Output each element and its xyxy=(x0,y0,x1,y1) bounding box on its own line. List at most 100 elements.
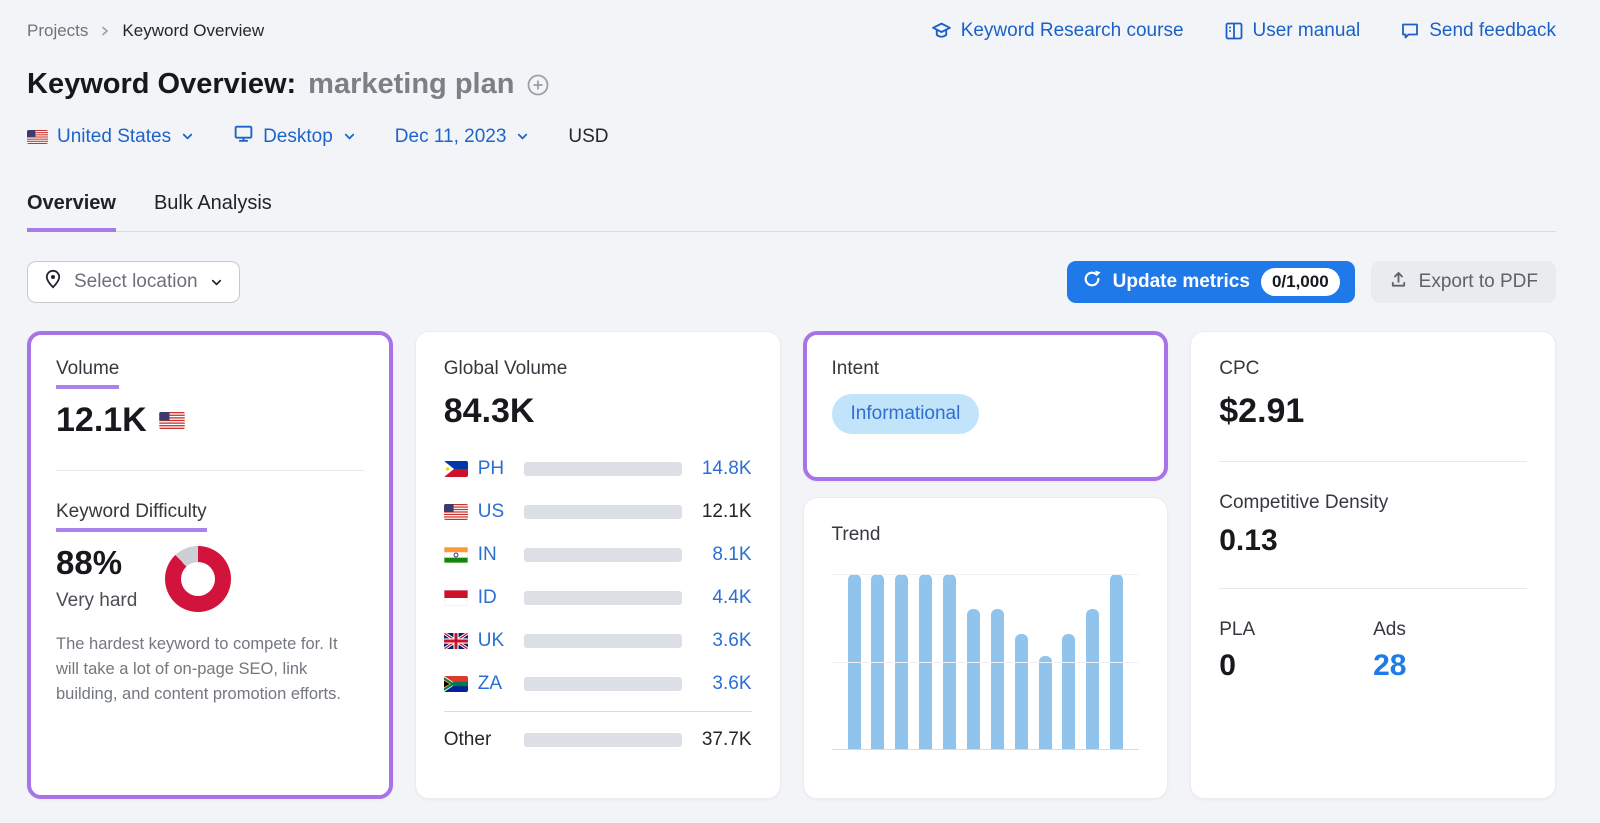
filters-row: United States Desktop Dec 11, 2023 USD xyxy=(27,123,1556,150)
export-to-pdf-label: Export to PDF xyxy=(1418,271,1538,292)
tab-overview[interactable]: Overview xyxy=(27,192,116,232)
chevron-down-icon xyxy=(211,279,221,285)
book-icon xyxy=(1224,21,1244,41)
tab-bulk-analysis[interactable]: Bulk Analysis xyxy=(154,192,272,232)
us-flag-icon xyxy=(158,412,185,429)
us-flag-icon xyxy=(27,129,48,144)
country-code-link[interactable]: ZA xyxy=(478,673,514,695)
global-volume-card: Global Volume 84.3K PH 14.8K US 12.1K IN… xyxy=(414,331,781,799)
trend-bar xyxy=(1014,633,1028,749)
trend-label: Trend xyxy=(831,524,881,545)
trend-chart xyxy=(831,574,1140,750)
country-volume-value[interactable]: 3.6K xyxy=(692,673,751,695)
update-metrics-button[interactable]: Update metrics 0/1,000 xyxy=(1066,261,1355,303)
refresh-icon xyxy=(1082,269,1102,295)
country-volume-value[interactable]: 3.6K xyxy=(692,630,751,652)
country-volume-track xyxy=(523,504,682,519)
send-feedback-link[interactable]: Send feedback xyxy=(1400,20,1556,42)
country-volume-value: 37.7K xyxy=(701,728,752,750)
intent-label: Intent xyxy=(831,358,880,379)
country-volume-value[interactable]: 4.4K xyxy=(692,587,751,609)
country-volume-row: IN 8.1K xyxy=(443,533,752,576)
keyword-research-course-link[interactable]: Keyword Research course xyxy=(931,20,1184,42)
volume-card: Volume 12.1K Keyword Difficulty 88% Very… xyxy=(27,331,393,799)
header-link-label: User manual xyxy=(1252,20,1361,41)
ph-flag-icon xyxy=(443,460,468,477)
country-volume-track xyxy=(523,732,682,747)
select-location-dropdown[interactable]: Select location xyxy=(27,261,240,303)
breadcrumb-projects-link[interactable]: Projects xyxy=(27,21,88,41)
chevron-down-icon xyxy=(182,133,193,140)
header-link-label: Send feedback xyxy=(1429,20,1556,41)
update-metrics-count-badge: 0/1,000 xyxy=(1260,268,1340,296)
country-code-link[interactable]: US xyxy=(478,501,514,523)
intent-card: Intent Informational xyxy=(802,331,1169,481)
feedback-bubble-icon xyxy=(1400,21,1420,41)
competitive-density-label: Competitive Density xyxy=(1219,492,1389,513)
keyword-difficulty-description: The hardest keyword to compete for. It w… xyxy=(56,635,341,703)
divider xyxy=(56,470,364,471)
breadcrumb-current: Keyword Overview xyxy=(122,21,265,40)
select-location-label: Select location xyxy=(74,271,198,292)
in-flag-icon xyxy=(443,546,468,563)
cpc-value: $2.91 xyxy=(1219,392,1305,430)
other-countries-label: Other xyxy=(443,728,492,750)
add-keyword-plus-icon[interactable] xyxy=(526,73,550,97)
country-code-link[interactable]: ID xyxy=(478,587,514,609)
country-volume-track xyxy=(523,590,682,605)
country-volume-row: US 12.1K xyxy=(443,490,752,533)
trend-bar xyxy=(847,574,861,749)
global-volume-label: Global Volume xyxy=(443,358,568,379)
header-links: Keyword Research course User manual Send… xyxy=(931,20,1556,42)
divider xyxy=(1219,588,1527,589)
country-volume-track xyxy=(523,547,682,562)
country-code-link[interactable]: UK xyxy=(478,630,514,652)
pla-value: 0 xyxy=(1219,649,1236,682)
trend-bar xyxy=(1038,656,1052,749)
global-volume-value: 84.3K xyxy=(443,392,535,430)
country-code-link[interactable]: PH xyxy=(478,458,514,480)
trend-bar xyxy=(966,609,980,749)
country-volume-value[interactable]: 8.1K xyxy=(692,544,751,566)
uk-flag-icon xyxy=(443,632,468,649)
metrics-cards-grid: Volume 12.1K Keyword Difficulty 88% Very… xyxy=(27,331,1556,799)
desktop-monitor-icon xyxy=(233,123,254,150)
country-volume-row: PH 14.8K xyxy=(443,447,752,490)
location-filter-value: United States xyxy=(57,125,172,147)
ads-value[interactable]: 28 xyxy=(1373,649,1527,683)
cpc-card: CPC $2.91 Competitive Density 0.13 PLA 0… xyxy=(1190,331,1556,799)
export-to-pdf-button[interactable]: Export to PDF xyxy=(1370,261,1556,303)
kd-donut xyxy=(165,546,232,612)
country-volume-row: UK 3.6K xyxy=(443,619,752,662)
country-code-link[interactable]: IN xyxy=(478,544,514,566)
country-volume-row: ZA 3.6K xyxy=(443,662,752,705)
title-row: Keyword Overview: marketing plan xyxy=(27,68,1556,101)
tabs-bar: Overview Bulk Analysis xyxy=(27,192,1556,232)
trend-bar xyxy=(1110,574,1124,749)
location-filter-dropdown[interactable]: United States xyxy=(27,126,195,148)
chevron-down-icon xyxy=(518,133,528,140)
keyword-overview-page: Projects Keyword Overview Keyword Resear… xyxy=(0,0,1600,799)
device-filter-value: Desktop xyxy=(263,125,333,147)
country-volume-list: PH 14.8K US 12.1K IN 8.1K ID 4.4K UK 3.6… xyxy=(443,447,752,761)
trend-card: Trend xyxy=(802,497,1169,799)
trend-bar xyxy=(919,574,933,749)
id-flag-icon xyxy=(443,589,468,606)
country-volume-track xyxy=(523,461,682,476)
user-manual-link[interactable]: User manual xyxy=(1224,20,1361,42)
intent-trend-column: Intent Informational Trend xyxy=(802,331,1169,799)
location-pin-icon xyxy=(43,269,63,295)
device-filter-dropdown[interactable]: Desktop xyxy=(233,123,357,150)
intent-badge: Informational xyxy=(831,394,980,434)
page-title-keyword: marketing plan xyxy=(308,68,515,100)
page-title: Keyword Overview: xyxy=(27,68,297,100)
date-filter-dropdown[interactable]: Dec 11, 2023 xyxy=(395,126,531,148)
country-volume-value[interactable]: 14.8K xyxy=(692,458,752,480)
chevron-down-icon xyxy=(344,133,354,140)
us-flag-icon xyxy=(443,503,468,520)
volume-value: 12.1K xyxy=(56,401,147,439)
trend-bar xyxy=(871,574,885,749)
divider xyxy=(1219,461,1527,462)
competitive-density-value: 0.13 xyxy=(1219,524,1278,557)
trend-bar xyxy=(1086,609,1100,749)
